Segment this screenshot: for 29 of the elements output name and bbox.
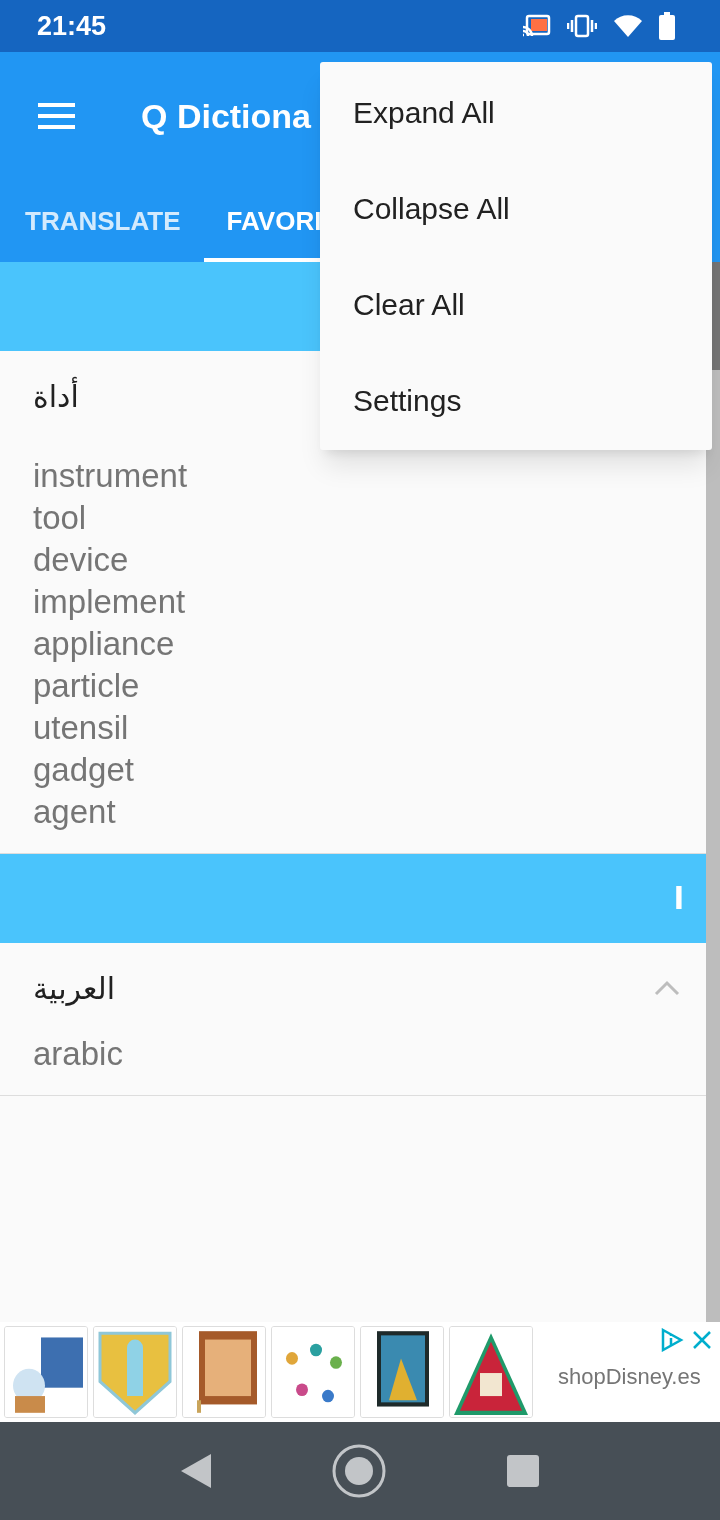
ad-info-icon[interactable] <box>660 1328 684 1352</box>
translation: instrument <box>33 456 188 496</box>
app-title: Q Dictiona <box>141 95 312 137</box>
cast-icon <box>521 14 551 38</box>
translation: particle <box>33 666 140 706</box>
entry-word[interactable]: العربية <box>33 965 115 1011</box>
menu-item[interactable]: Settings <box>320 352 712 448</box>
close-icon[interactable] <box>692 1330 712 1350</box>
battery-icon <box>659 12 675 40</box>
back-icon[interactable] <box>181 1454 211 1488</box>
translation: arabic <box>33 1034 123 1074</box>
translation: utensil <box>33 708 129 748</box>
menu-item[interactable]: Expand All <box>320 64 712 160</box>
advertiser-name[interactable]: shopDisney.es <box>558 1359 701 1393</box>
translation: device <box>33 540 129 580</box>
translation: agent <box>33 792 116 832</box>
menu-icon[interactable] <box>38 103 75 129</box>
entry-word[interactable]: أداة <box>33 373 79 419</box>
home-icon[interactable] <box>331 1443 387 1499</box>
section-letter: ا <box>673 880 684 918</box>
translation: tool <box>33 498 87 538</box>
status-time: 21:45 <box>37 9 107 43</box>
scrollbar[interactable] <box>706 262 720 1322</box>
wifi-icon <box>613 14 643 38</box>
vibrate-icon <box>567 14 597 38</box>
translation: gadget <box>33 750 134 790</box>
translation: implement <box>33 582 186 622</box>
ad-banner[interactable]: shopDisney.es <box>0 1322 720 1422</box>
translation: appliance <box>33 624 175 664</box>
